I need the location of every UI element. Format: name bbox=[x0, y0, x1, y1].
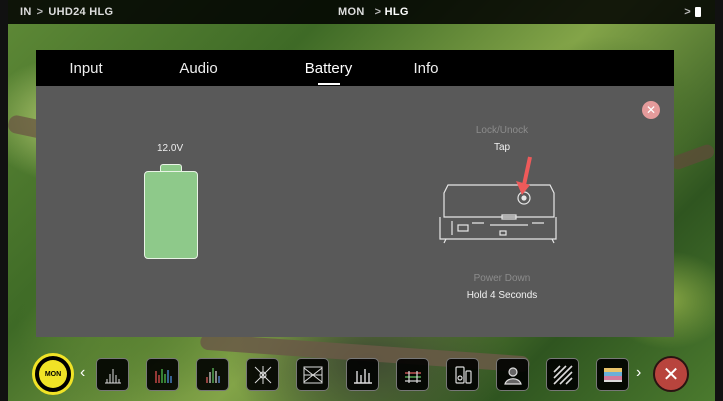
histogram-tool-button[interactable] bbox=[196, 358, 229, 391]
color-bars-icon bbox=[603, 367, 622, 382]
mon-label: MON bbox=[39, 360, 67, 388]
audio-meters-tool-button[interactable] bbox=[346, 358, 379, 391]
monitor-settings-tool-button[interactable] bbox=[446, 358, 479, 391]
mode-label: MON bbox=[338, 6, 365, 18]
active-tab-indicator bbox=[317, 83, 340, 85]
histogram-icon bbox=[205, 367, 220, 383]
tab-info[interactable]: Info bbox=[396, 50, 456, 86]
battery-status[interactable]: > bbox=[684, 6, 701, 18]
color-bars-tool-button[interactable] bbox=[596, 358, 629, 391]
device-illustration-icon bbox=[439, 156, 557, 244]
bottom-toolbar: MON ‹ › ✕ bbox=[8, 352, 715, 398]
input-label: IN bbox=[20, 6, 32, 18]
lock-value: Tap bbox=[493, 142, 511, 153]
red-arrow-icon bbox=[516, 156, 532, 195]
chevron-right-icon: > bbox=[684, 6, 691, 18]
waveform-icon bbox=[104, 368, 121, 383]
battery-mini-icon bbox=[695, 7, 701, 17]
waveform-tool-button[interactable] bbox=[96, 358, 129, 391]
chevron-right-icon: > bbox=[36, 6, 44, 18]
battery-voltage: 12.0V bbox=[157, 143, 184, 154]
status-bar: IN > UHD24 HLG MON > HLG > bbox=[8, 0, 715, 24]
rgb-parade-tool-button[interactable] bbox=[146, 358, 179, 391]
battery-icon bbox=[144, 164, 198, 259]
cross-vectorscope-tool-button[interactable] bbox=[296, 358, 329, 391]
vectorscope-icon bbox=[254, 365, 271, 384]
power-down-value: Hold 4 Seconds bbox=[466, 290, 538, 301]
zebra-icon bbox=[552, 364, 573, 385]
power-down-title: Power Down bbox=[473, 273, 531, 284]
close-panel-button[interactable]: ✕ bbox=[642, 101, 660, 119]
tab-battery[interactable]: Battery bbox=[261, 50, 396, 86]
mode-format: > HLG bbox=[374, 6, 409, 18]
input-status[interactable]: IN > UHD24 HLG bbox=[20, 6, 113, 18]
input-format: UHD24 HLG bbox=[48, 6, 114, 18]
mode-status[interactable]: MON > HLG bbox=[338, 6, 409, 18]
mon-button[interactable]: MON bbox=[32, 353, 74, 395]
battery-panel bbox=[36, 86, 674, 337]
chevron-left-icon[interactable]: ‹ bbox=[80, 364, 85, 382]
cross-vectorscope-icon bbox=[303, 366, 322, 383]
vectorscope-tool-button[interactable] bbox=[246, 358, 279, 391]
rgb-parade-icon bbox=[154, 368, 172, 383]
chevron-right-icon[interactable]: › bbox=[636, 364, 641, 382]
zebra-tool-button[interactable] bbox=[546, 358, 579, 391]
exit-menu-button[interactable]: ✕ bbox=[653, 356, 689, 392]
tab-audio[interactable]: Audio bbox=[136, 50, 261, 86]
false-color-tool-button[interactable] bbox=[396, 358, 429, 391]
settings-tabs: Input Audio Battery Info bbox=[36, 50, 674, 86]
face-detect-icon bbox=[503, 366, 522, 385]
close-icon: ✕ bbox=[662, 363, 680, 386]
face-detect-tool-button[interactable] bbox=[496, 358, 529, 391]
close-icon: ✕ bbox=[645, 103, 657, 117]
lock-title: Lock/Unock bbox=[475, 125, 529, 136]
false-color-scale-icon bbox=[404, 370, 421, 383]
audio-meters-icon bbox=[353, 368, 372, 384]
tab-input[interactable]: Input bbox=[36, 50, 136, 86]
monitor-settings-icon bbox=[454, 365, 472, 384]
